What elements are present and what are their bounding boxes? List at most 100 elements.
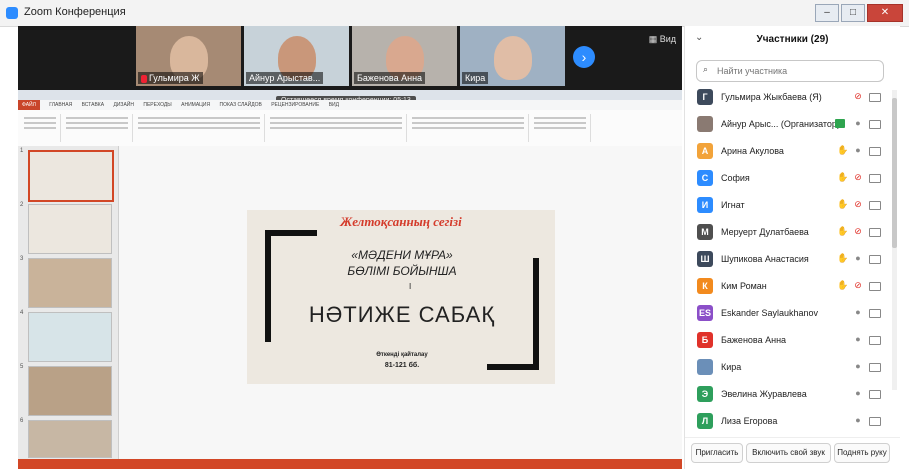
mic-icon[interactable]: ● (853, 118, 863, 129)
participant-name: Игнат (721, 200, 745, 210)
panel-footer: Пригласить Включить свой звук Поднять ру… (685, 437, 900, 466)
zoom-app-icon (6, 7, 18, 19)
ppt-status-bar (18, 459, 682, 469)
scrollbar-thumb[interactable] (892, 98, 897, 248)
mic-icon[interactable]: ● (853, 145, 863, 156)
camera-icon[interactable] (869, 228, 881, 237)
ppt-tab[interactable]: ВСТАВКА (82, 100, 104, 110)
participant-name: Лиза Егорова (721, 416, 778, 426)
video-tile[interactable]: Айнур Арыстав... (244, 26, 349, 86)
video-tile[interactable]: Баженова Анна (352, 26, 457, 86)
camera-icon[interactable] (869, 93, 881, 102)
unmute-self-button[interactable]: Включить свой звук (746, 443, 831, 463)
slide-line-4: Өткенді қайталау (376, 352, 428, 358)
ppt-tab[interactable]: ДИЗАЙН (113, 100, 134, 110)
raised-hand-icon: ✋ (837, 145, 849, 155)
slide-main-heading: НӘТИЖЕ САБАҚ (308, 302, 496, 327)
participant-search[interactable]: ⌕ (696, 60, 884, 82)
slide-line-2: БӨЛІМІ БОЙЫНША (347, 264, 457, 278)
mic-icon[interactable]: ● (853, 253, 863, 264)
close-button[interactable]: ✕ (867, 4, 903, 22)
participant-row[interactable]: Кира ● (685, 354, 890, 380)
ppt-tab[interactable]: ПОКАЗ СЛАЙДОВ (219, 100, 261, 110)
search-input[interactable] (715, 63, 879, 79)
slide-thumbnail[interactable] (28, 150, 114, 202)
camera-icon[interactable] (869, 255, 881, 264)
invite-button[interactable]: Пригласить (691, 443, 743, 463)
ppt-ribbon-tabs: ФАЙЛ ГЛАВНАЯ ВСТАВКА ДИЗАЙН ПЕРЕХОДЫ АНИ… (18, 100, 682, 110)
camera-icon[interactable] (869, 417, 881, 426)
slide-title: Желтоқсанның сегізі (340, 214, 462, 229)
ppt-tab[interactable]: РЕЦЕНЗИРОВАНИЕ (271, 100, 319, 110)
avatar: Б (697, 332, 713, 348)
participant-row[interactable]: Ш Шупикова Анастасия ✋ ● (685, 246, 890, 272)
participant-row[interactable]: Л Лиза Егорова ● (685, 408, 890, 434)
participant-row[interactable]: ES Eskander Saylaukhanov ● (685, 300, 890, 326)
participant-name: Eskander Saylaukhanov (721, 308, 819, 318)
search-icon: ⌕ (703, 64, 709, 74)
slide-mark: I (409, 282, 412, 291)
raise-hand-button[interactable]: Поднять руку (834, 443, 890, 463)
mic-icon[interactable]: ● (853, 307, 863, 318)
slide-thumbnail[interactable] (28, 366, 112, 416)
participant-name: Ким Роман (721, 281, 767, 291)
camera-icon[interactable] (869, 174, 881, 183)
participant-row[interactable]: Э Эвелина Журавлева ● (685, 381, 890, 407)
ribbon-group (408, 114, 529, 142)
participants-title: Участники (29) (756, 34, 829, 45)
participant-row[interactable]: И Игнат ✋ ⊘ (685, 192, 890, 218)
participant-name: Шупикова Анастасия (721, 254, 809, 264)
avatar: А (697, 143, 713, 159)
slide-thumbnail[interactable] (28, 420, 112, 458)
camera-icon[interactable] (869, 147, 881, 156)
participant-row[interactable]: Г Гульмира Жыкбаева (Я) ⊘ (685, 84, 890, 110)
next-videos-arrow-icon[interactable]: › (573, 46, 595, 68)
ppt-tab[interactable]: ФАЙЛ (18, 100, 40, 110)
view-button[interactable]: ▦ Вид (649, 34, 676, 45)
ppt-ribbon (18, 110, 682, 147)
mic-icon[interactable]: ● (853, 334, 863, 345)
avatar: С (697, 170, 713, 186)
camera-icon[interactable] (869, 309, 881, 318)
participant-video (494, 36, 532, 80)
mic-icon[interactable]: ● (853, 388, 863, 399)
camera-icon[interactable] (869, 363, 881, 372)
mic-muted-icon[interactable]: ⊘ (853, 226, 863, 237)
camera-icon[interactable] (869, 282, 881, 291)
ppt-tab[interactable]: ГЛАВНАЯ (49, 100, 72, 110)
slide-thumbnail[interactable] (28, 258, 112, 308)
ppt-tab[interactable]: ПЕРЕХОДЫ (143, 100, 171, 110)
participant-row[interactable]: А Арина Акулова ✋ ● (685, 138, 890, 164)
camera-icon[interactable] (869, 201, 881, 210)
ppt-tab[interactable]: ВИД (329, 100, 339, 110)
participant-row[interactable]: С София ✋ ⊘ (685, 165, 890, 191)
camera-icon[interactable] (869, 336, 881, 345)
participant-row[interactable]: М Меруерт Дулатбаева ✋ ⊘ (685, 219, 890, 245)
thumb-number: 2 (20, 202, 24, 208)
slide-thumbnail[interactable] (28, 204, 112, 254)
mic-icon[interactable]: ● (853, 361, 863, 372)
camera-icon[interactable] (869, 120, 881, 129)
avatar: Э (697, 386, 713, 402)
participant-name: Меруерт Дулатбаева (721, 227, 809, 237)
ppt-tab[interactable]: АНИМАЦИЯ (181, 100, 210, 110)
participant-row[interactable]: Б Баженова Анна ● (685, 327, 890, 353)
participant-row[interactable]: Айнур Арыс... (Организатор) ● (685, 111, 890, 137)
slide-thumbnail[interactable] (28, 312, 112, 362)
participant-list-scrollbar[interactable] (892, 90, 897, 390)
mic-icon[interactable]: ● (853, 415, 863, 426)
camera-icon[interactable] (869, 390, 881, 399)
thumb-number: 5 (20, 364, 24, 370)
mic-muted-icon[interactable]: ⊘ (853, 199, 863, 210)
video-tile[interactable]: Гульмира Ж (136, 26, 241, 86)
video-tile[interactable]: Кира (460, 26, 565, 86)
maximize-button[interactable]: □ (841, 4, 865, 22)
mic-muted-icon[interactable]: ⊘ (853, 172, 863, 183)
participant-row[interactable]: К Ким Роман ✋ ⊘ (685, 273, 890, 299)
minimize-button[interactable]: – (815, 4, 839, 22)
current-slide: Желтоқсанның сегізі «МӘДЕНИ МҰРА» БӨЛІМІ… (247, 210, 555, 384)
raised-hand-icon: ✋ (837, 199, 849, 209)
raised-hand-icon: ✋ (837, 253, 849, 263)
mic-muted-icon[interactable]: ⊘ (853, 91, 863, 102)
mic-muted-icon[interactable]: ⊘ (853, 280, 863, 291)
